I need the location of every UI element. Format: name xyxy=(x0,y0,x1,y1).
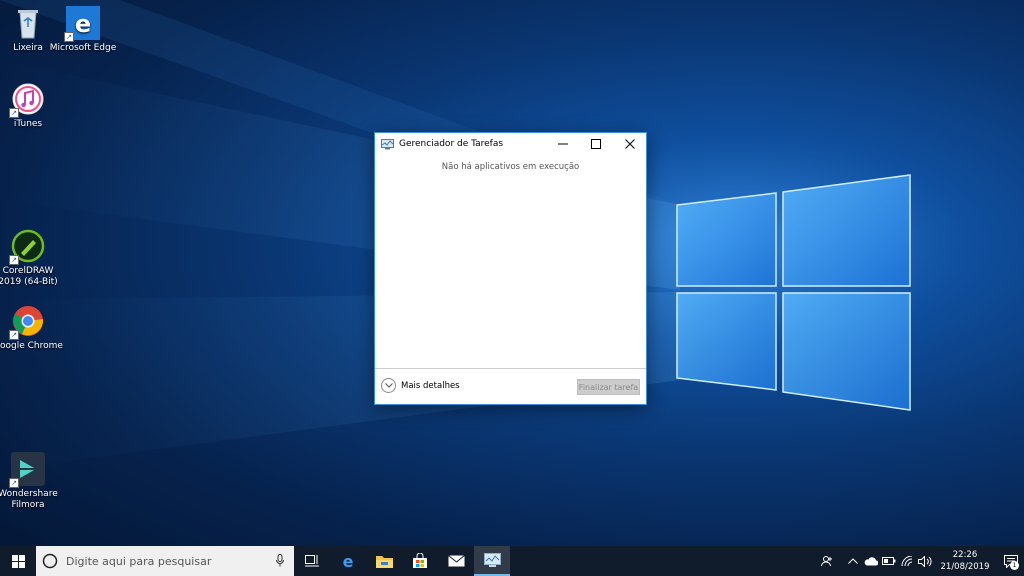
taskbar-store-button[interactable] xyxy=(402,546,438,576)
desktop-icon-google-chrome[interactable]: ↗ Google Chrome xyxy=(0,304,64,352)
system-tray: 22:26 21/08/2019 1 xyxy=(818,546,1024,576)
close-button[interactable] xyxy=(613,133,647,155)
taskbar-edge-button[interactable]: e xyxy=(330,546,366,576)
shortcut-arrow-icon: ↗ xyxy=(9,330,19,340)
notification-count-badge: 1 xyxy=(1010,561,1019,570)
task-manager-icon xyxy=(381,138,394,149)
logo-pane-bottom-right xyxy=(782,292,911,411)
maximize-button[interactable] xyxy=(579,133,613,155)
shortcut-arrow-icon: ↗ xyxy=(9,478,19,488)
show-hidden-icons-button[interactable] xyxy=(844,546,862,576)
battery-button[interactable] xyxy=(880,546,898,576)
cortana-icon xyxy=(42,553,58,569)
desktop-icon-wondershare-filmora[interactable]: ↗ Wondershare Filmora xyxy=(0,452,64,511)
desktop-icon-label: Google Chrome xyxy=(0,341,63,351)
window-title: Gerenciador de Tarefas xyxy=(399,139,504,149)
minimize-button[interactable] xyxy=(546,133,580,155)
taskbar: Digite aqui para pesquisar e 22:26 21/08… xyxy=(0,546,1024,576)
maximize-icon xyxy=(591,139,601,149)
task-view-icon xyxy=(305,555,319,567)
wifi-icon xyxy=(901,555,912,566)
task-manager-icon xyxy=(483,552,501,567)
more-details-label: Mais detalhes xyxy=(401,380,460,391)
svg-text:e: e xyxy=(343,553,354,569)
filmora-icon: ↗ xyxy=(9,452,45,488)
desktop-icon-label: iTunes xyxy=(13,119,43,129)
edge-icon: e ↗ xyxy=(64,6,100,42)
shortcut-arrow-icon: ↗ xyxy=(9,108,19,118)
chevron-up-icon xyxy=(848,558,858,564)
logo-pane-top-right xyxy=(782,174,911,287)
task-manager-window[interactable]: Gerenciador de Tarefas Não há aplicativo… xyxy=(374,132,647,405)
volume-button[interactable] xyxy=(916,546,934,576)
desktop-icon-itunes[interactable]: ↗ iTunes xyxy=(0,82,64,130)
shortcut-arrow-icon: ↗ xyxy=(9,255,19,265)
cloud-icon xyxy=(864,556,878,565)
clock-date: 21/08/2019 xyxy=(940,562,990,572)
close-icon xyxy=(625,139,635,149)
desktop-icon-label: Microsoft Edge xyxy=(49,43,117,53)
windows-logo-icon xyxy=(11,554,25,568)
chevron-down-icon xyxy=(381,378,396,393)
end-task-button[interactable]: Finalizar tarefa xyxy=(577,379,640,395)
itunes-icon: ↗ xyxy=(9,82,45,118)
shortcut-arrow-icon: ↗ xyxy=(64,32,74,42)
taskbar-task-manager-button[interactable] xyxy=(474,546,510,576)
desktop-icon-coreldraw[interactable]: ↗ CorelDRAW 2019 (64-Bit) xyxy=(0,229,64,288)
people-button[interactable] xyxy=(818,546,836,576)
folder-icon xyxy=(375,556,393,568)
window-footer: Mais detalhes Finalizar tarefa xyxy=(375,368,646,404)
svg-text:e: e xyxy=(75,10,91,38)
network-button[interactable] xyxy=(898,546,916,576)
coreldraw-icon: ↗ xyxy=(9,229,45,265)
desktop-icon-microsoft-edge[interactable]: e ↗ Microsoft Edge xyxy=(47,6,119,54)
microphone-icon[interactable] xyxy=(276,554,284,567)
taskbar-search-box[interactable]: Digite aqui para pesquisar xyxy=(36,546,294,576)
mail-icon xyxy=(447,555,465,567)
onedrive-button[interactable] xyxy=(862,546,880,576)
action-center-button[interactable]: 1 xyxy=(998,546,1024,576)
desktop-icon-label: CorelDRAW 2019 (64-Bit) xyxy=(0,266,58,287)
desktop-icon-label: Wondershare Filmora xyxy=(0,489,58,510)
title-bar[interactable]: Gerenciador de Tarefas xyxy=(375,133,646,155)
clock-time: 22:26 xyxy=(952,550,978,560)
start-button[interactable] xyxy=(0,546,36,576)
taskbar-clock[interactable]: 22:26 21/08/2019 xyxy=(938,549,992,573)
speaker-icon xyxy=(918,555,932,567)
search-placeholder: Digite aqui para pesquisar xyxy=(66,554,212,568)
taskbar-mail-button[interactable] xyxy=(438,546,474,576)
more-details-button[interactable]: Mais detalhes xyxy=(381,378,460,393)
store-icon xyxy=(413,553,427,568)
minimize-icon xyxy=(558,143,568,145)
empty-state-message: Não há aplicativos em execução xyxy=(441,162,580,172)
chrome-icon: ↗ xyxy=(9,304,45,340)
logo-pane-bottom-left xyxy=(676,292,777,391)
recycle-bin-icon xyxy=(11,6,45,40)
taskbar-file-explorer-button[interactable] xyxy=(366,546,402,576)
logo-pane-top-left xyxy=(676,192,777,287)
battery-icon xyxy=(882,557,896,565)
people-icon xyxy=(821,556,832,567)
edge-icon: e xyxy=(343,553,354,569)
task-view-button[interactable] xyxy=(294,546,330,576)
